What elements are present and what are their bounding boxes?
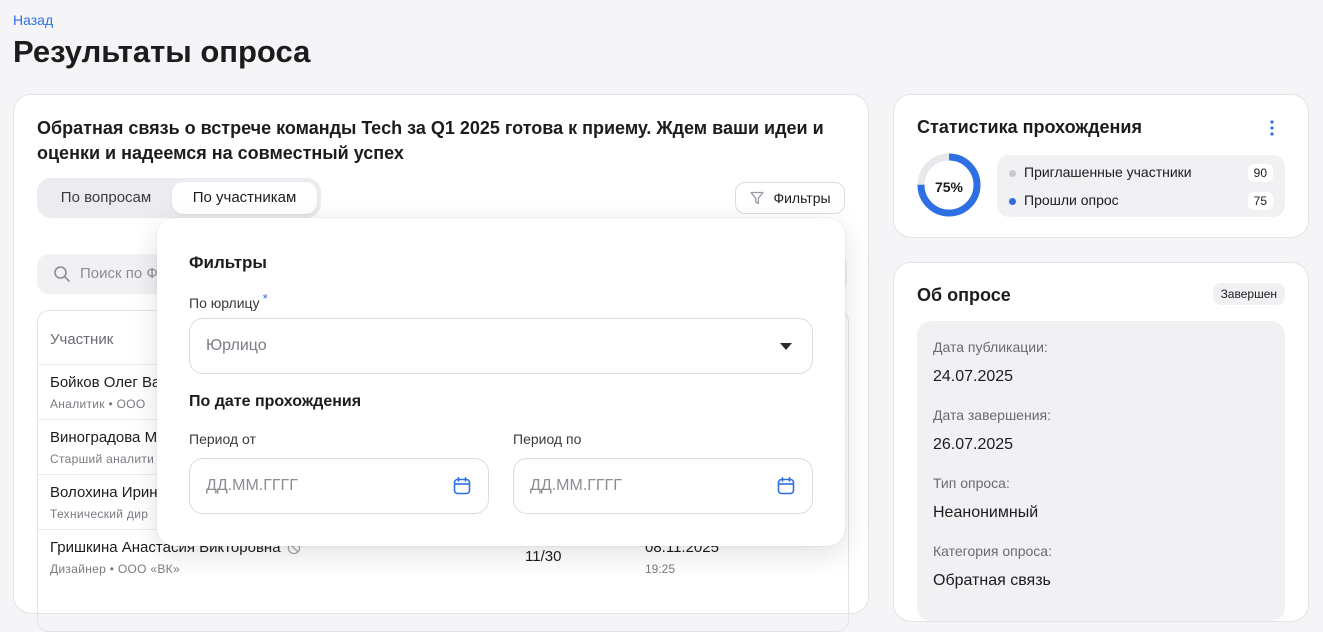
legend-dot xyxy=(1009,198,1016,205)
period-from-field[interactable]: ДД.ММ.ГГГГ xyxy=(189,458,489,514)
calendar-icon[interactable] xyxy=(452,476,472,496)
legal-entity-label-text: По юрлицу xyxy=(189,295,260,311)
legend-item-invited: Приглашенные участники 90 xyxy=(1009,163,1273,183)
info-key: Дата завершения: xyxy=(933,407,1051,423)
participant-role: Технический дир xyxy=(50,507,149,521)
period-from-label: Период от xyxy=(189,431,256,447)
legal-entity-value: Юрлицо xyxy=(206,337,267,354)
legend-dot xyxy=(1009,170,1016,177)
info-value: 26.07.2025 xyxy=(933,436,1014,453)
participant-role: Аналитик • ООО xyxy=(50,397,146,411)
search-placeholder: Поиск по Ф xyxy=(80,265,158,282)
legend-count: 75 xyxy=(1247,192,1273,210)
date-section-title: По дате прохождения xyxy=(189,393,362,410)
chevron-down-icon xyxy=(780,343,792,350)
stats-title: Статистика прохождения xyxy=(917,117,1142,137)
filters-popover: Фильтры По юрлицу * Юрлицо По дате прохож… xyxy=(157,218,845,546)
tab-by-questions[interactable]: По вопросам xyxy=(41,182,171,214)
legend-item-completed: Прошли опрос 75 xyxy=(1009,191,1273,211)
completion-time: 19:25 xyxy=(645,562,676,576)
info-value: Обратная связь xyxy=(933,572,1051,589)
participant-name: Виноградова Ма xyxy=(50,429,166,446)
participant-name: Волохина Ирина xyxy=(50,484,166,501)
survey-info-panel: Дата публикации: 24.07.2025 Дата заверше… xyxy=(917,321,1285,621)
participant-score: 11/30 xyxy=(525,548,562,565)
period-to-placeholder: ДД.ММ.ГГГГ xyxy=(530,477,622,494)
info-key: Тип опроса: xyxy=(933,475,1010,491)
participant-role: Дизайнер • ООО «ВК» xyxy=(50,562,180,576)
calendar-icon[interactable] xyxy=(776,476,796,496)
column-header-participant: Участник xyxy=(50,331,114,348)
status-badge: Завершен xyxy=(1212,283,1285,305)
about-title: Об опросе xyxy=(917,285,1011,305)
legal-entity-label: По юрлицу * xyxy=(189,291,268,311)
info-key: Категория опроса: xyxy=(933,543,1052,559)
filters-button[interactable]: Фильтры xyxy=(735,182,845,214)
period-to-field[interactable]: ДД.ММ.ГГГГ xyxy=(513,458,813,514)
filters-popover-title: Фильтры xyxy=(189,253,267,272)
survey-title: Обратная связь о встрече команды Tech за… xyxy=(37,118,824,163)
period-from-placeholder: ДД.ММ.ГГГГ xyxy=(206,477,298,494)
tab-by-participants[interactable]: По участникам xyxy=(172,182,317,214)
about-survey-card: Об опросе Завершен Дата публикации: 24.0… xyxy=(893,262,1309,622)
period-to-label: Период по xyxy=(513,431,582,447)
legend-count: 90 xyxy=(1247,164,1273,182)
completion-stats-card: Статистика прохождения 75% Приглашенные … xyxy=(893,94,1309,238)
completion-percent: 75% xyxy=(934,179,964,195)
back-link[interactable]: Назад xyxy=(13,12,53,28)
info-value: Неанонимный xyxy=(933,504,1039,521)
search-icon xyxy=(54,266,70,282)
stats-legend: Приглашенные участники 90 Прошли опрос 7… xyxy=(997,155,1285,217)
more-options-icon[interactable] xyxy=(1264,119,1280,137)
page-title: Результаты опроса xyxy=(13,34,311,69)
legal-entity-select[interactable]: Юрлицо xyxy=(189,318,813,374)
legend-label: Прошли опрос xyxy=(1024,192,1119,208)
filters-button-label: Фильтры xyxy=(773,190,831,206)
participant-name: Бойков Олег Ва xyxy=(50,374,161,391)
required-mark: * xyxy=(262,291,268,306)
view-switcher: По вопросам По участникам xyxy=(37,178,321,218)
info-value: 24.07.2025 xyxy=(933,368,1014,385)
filter-icon xyxy=(750,191,765,205)
legend-label: Приглашенные участники xyxy=(1024,164,1192,180)
info-key: Дата публикации: xyxy=(933,339,1048,355)
participant-role: Старший аналити xyxy=(50,452,155,466)
